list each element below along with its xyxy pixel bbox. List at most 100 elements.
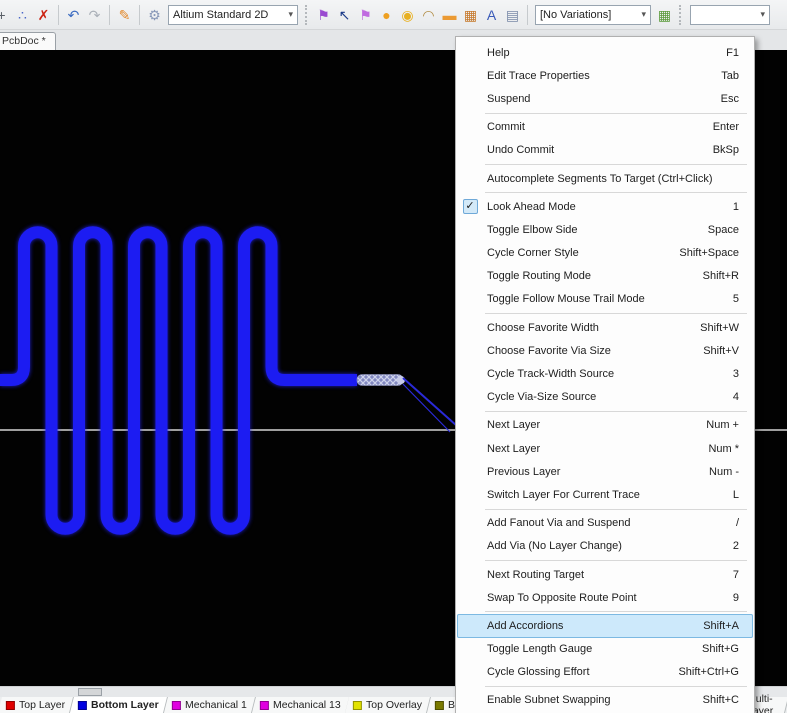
menu-item-previous-layer[interactable]: Previous LayerNum -	[457, 460, 753, 483]
menu-item-look-ahead-mode[interactable]: ✓Look Ahead Mode1	[457, 195, 753, 218]
crosshair-icon[interactable]: +	[0, 1, 12, 29]
layer-tab-mechanical-1[interactable]: Mechanical 1	[164, 697, 256, 713]
menu-item-commit[interactable]: CommitEnter	[457, 116, 753, 139]
string-icon[interactable]: A	[481, 1, 502, 29]
pad-icon[interactable]: ●	[376, 1, 397, 29]
menu-item-label: Add Accordions	[483, 620, 703, 632]
menu-item-shortcut: Shift+W	[700, 322, 753, 334]
menu-item-autocomplete-segments-to-target-ctrl-click[interactable]: Autocomplete Segments To Target (Ctrl+Cl…	[457, 167, 753, 190]
checkmark-icon: ✓	[463, 199, 478, 214]
menu-item-next-layer[interactable]: Next LayerNum *	[457, 437, 753, 460]
menu-item-label: Choose Favorite Width	[483, 322, 700, 334]
main-toolbar: +∴✗↶↷✎⚙Altium Standard 2D▾⚑↖⚑●◉◠▬▦A▤[No …	[0, 0, 787, 30]
menu-item-label: Toggle Elbow Side	[483, 224, 708, 236]
menu-separator	[485, 560, 747, 561]
menu-item-undo-commit[interactable]: Undo CommitBkSp	[457, 139, 753, 162]
menu-item-toggle-follow-mouse-trail-mode[interactable]: Toggle Follow Mouse Trail Mode5	[457, 288, 753, 311]
menu-item-edit-trace-properties[interactable]: Edit Trace PropertiesTab	[457, 64, 753, 87]
select-cursor-icon[interactable]: ↖	[334, 1, 355, 29]
document-tab[interactable]: PcbDoc *	[0, 32, 56, 50]
wand-icon[interactable]: ✎	[114, 1, 135, 29]
pad-array-icon[interactable]: ▦	[460, 1, 481, 29]
menu-item-next-routing-target[interactable]: Next Routing Target7	[457, 563, 753, 586]
scrollbar-thumb[interactable]	[78, 688, 102, 696]
menu-item-label: Cycle Via-Size Source	[483, 391, 733, 403]
menu-item-label: Add Via (No Layer Change)	[483, 540, 733, 552]
menu-item-toggle-elbow-side[interactable]: Toggle Elbow SideSpace	[457, 218, 753, 241]
component-icon[interactable]: ▤	[502, 1, 523, 29]
menu-item-add-fanout-via-and-suspend[interactable]: Add Fanout Via and Suspend/	[457, 512, 753, 535]
fill-icon[interactable]: ▬	[439, 1, 460, 29]
layer-tab-label: Mechanical 13	[273, 699, 341, 711]
menu-item-suspend[interactable]: SuspendEsc	[457, 87, 753, 110]
menu-item-label: Switch Layer For Current Trace	[483, 489, 733, 501]
menu-item-label: Next Routing Target	[483, 569, 733, 581]
menu-item-cycle-corner-style[interactable]: Cycle Corner StyleShift+Space	[457, 242, 753, 265]
menu-item-next-layer[interactable]: Next LayerNum +	[457, 414, 753, 437]
variant-chip-icon[interactable]: ▦	[654, 1, 675, 29]
context-menu: HelpF1Edit Trace PropertiesTabSuspendEsc…	[455, 36, 755, 713]
menu-item-label: Autocomplete Segments To Target (Ctrl+Cl…	[483, 173, 739, 185]
menu-item-shortcut: Shift+A	[703, 620, 753, 632]
menu-item-shortcut: 5	[733, 293, 753, 305]
look-ahead-line-2	[403, 384, 450, 432]
menu-item-shortcut: Shift+R	[703, 270, 753, 282]
toolbar-separator	[139, 5, 140, 25]
variations-select-value: [No Variations]	[540, 9, 611, 21]
uncommitted-segment	[357, 375, 403, 386]
menu-item-swap-to-opposite-route-point[interactable]: Swap To Opposite Route Point9	[457, 586, 753, 609]
menu-item-help[interactable]: HelpF1	[457, 41, 753, 64]
layer-color-swatch	[6, 701, 15, 710]
menu-item-cycle-glossing-effort[interactable]: Cycle Glossing EffortShift+Ctrl+G	[457, 661, 753, 684]
menu-item-shortcut: 2	[733, 540, 753, 552]
menu-item-add-accordions[interactable]: Add AccordionsShift+A	[457, 614, 753, 637]
menu-item-label: Undo Commit	[483, 144, 713, 156]
layer-tab-top-overlay[interactable]: Top Overlay	[345, 697, 431, 713]
view-mode-select-value: Altium Standard 2D	[173, 9, 268, 21]
menu-separator	[485, 313, 747, 314]
chevron-down-icon: ▾	[641, 9, 646, 20]
layer-tab-label: Bottom Layer	[91, 699, 159, 711]
menu-item-shortcut: F1	[726, 47, 753, 59]
layer-color-swatch	[78, 701, 87, 710]
arc-icon[interactable]: ◠	[418, 1, 439, 29]
menu-item-toggle-routing-mode[interactable]: Toggle Routing ModeShift+R	[457, 265, 753, 288]
look-ahead-line	[403, 378, 457, 426]
layer-tab-bottom-layer[interactable]: Bottom Layer	[70, 697, 168, 713]
menu-item-choose-favorite-via-size[interactable]: Choose Favorite Via SizeShift+V	[457, 339, 753, 362]
undo-icon[interactable]: ↶	[63, 1, 84, 29]
menu-item-label: Help	[483, 47, 726, 59]
menu-item-shortcut: Shift+Ctrl+G	[678, 666, 753, 678]
document-tab-label: PcbDoc *	[2, 35, 46, 47]
menu-item-shortcut: Num -	[709, 466, 753, 478]
menu-item-enable-subnet-swapping[interactable]: Enable Subnet SwappingShift+C	[457, 689, 753, 712]
menu-item-cycle-track-width-source[interactable]: Cycle Track-Width Source3	[457, 362, 753, 385]
layer-tab-label: Top Layer	[19, 699, 65, 711]
menu-item-shortcut: Enter	[713, 121, 753, 133]
gears-icon[interactable]: ⚙	[144, 1, 165, 29]
extra-select[interactable]: ▾	[690, 5, 770, 25]
menu-item-label: Cycle Track-Width Source	[483, 368, 733, 380]
menu-item-cycle-via-size-source[interactable]: Cycle Via-Size Source4	[457, 386, 753, 409]
net-nodes-icon[interactable]: ∴	[12, 1, 33, 29]
menu-separator	[485, 164, 747, 165]
view-mode-select[interactable]: Altium Standard 2D▾	[168, 5, 298, 25]
variations-select[interactable]: [No Variations] ▾	[535, 5, 651, 25]
redo-icon[interactable]: ↷	[84, 1, 105, 29]
layer-tab-top-layer[interactable]: Top Layer	[0, 697, 74, 713]
menu-item-choose-favorite-width[interactable]: Choose Favorite WidthShift+W	[457, 316, 753, 339]
interactive-route-icon[interactable]: ⚑	[313, 1, 334, 29]
toolbar-separator	[109, 5, 110, 25]
via-icon[interactable]: ◉	[397, 1, 418, 29]
toolbar-drag-handle	[679, 5, 683, 25]
menu-item-switch-layer-for-current-trace[interactable]: Switch Layer For Current TraceL	[457, 483, 753, 506]
delete-segment-icon[interactable]: ✗	[33, 1, 54, 29]
diff-pair-route-icon[interactable]: ⚑	[355, 1, 376, 29]
menu-item-shortcut: Num *	[708, 443, 753, 455]
layer-tab-mechanical-13[interactable]: Mechanical 13	[252, 697, 350, 713]
menu-separator	[485, 611, 747, 612]
menu-item-label: Edit Trace Properties	[483, 70, 721, 82]
menu-item-toggle-length-gauge[interactable]: Toggle Length GaugeShift+G	[457, 638, 753, 661]
menu-item-add-via-no-layer-change[interactable]: Add Via (No Layer Change)2	[457, 535, 753, 558]
menu-item-label: Toggle Follow Mouse Trail Mode	[483, 293, 733, 305]
